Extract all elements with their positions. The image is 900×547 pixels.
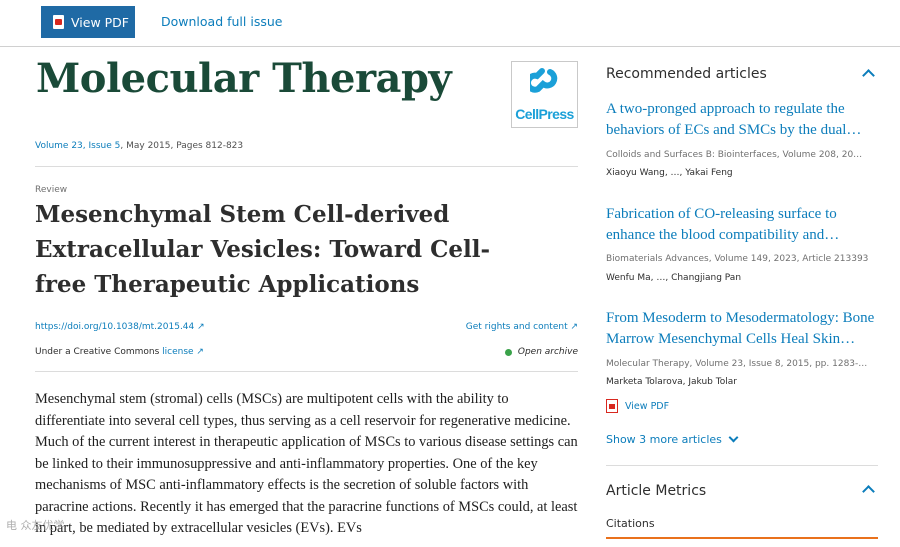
cellpress-wordmark: CellPress — [515, 106, 574, 122]
open-archive-badge: Open archive — [504, 347, 578, 357]
view-pdf-label: View PDF — [625, 400, 670, 412]
watermark: 电 众友优学 — [6, 519, 65, 532]
article-title: Mesenchymal Stem Cell-derived Extracellu… — [35, 201, 491, 298]
collapse-recommended-icon[interactable] — [862, 69, 875, 82]
cellpress-mark-icon — [530, 68, 558, 93]
recommended-source: Colloids and Surfaces B: Biointerfaces, … — [606, 150, 863, 160]
recommended-view-pdf-link[interactable]: View PDF — [606, 399, 669, 413]
license-line: Under a Creative Commons license ↗ — [35, 347, 204, 357]
divider — [606, 465, 878, 466]
chevron-down-icon — [728, 432, 739, 443]
citations-label: Citations — [606, 517, 655, 530]
metrics-heading: Article Metrics — [606, 483, 707, 499]
open-archive-label: Open archive — [517, 347, 578, 357]
view-pdf-label: View PDF — [71, 14, 129, 30]
recommended-authors: Marketa Tolarova, Jakub Tolar — [606, 377, 737, 387]
license-prefix: Under a Creative Commons — [35, 347, 163, 357]
issue-date-pages: , May 2015, Pages 812-823 — [120, 141, 244, 151]
recommended-authors: Xiaoyu Wang, …, Yakai Feng — [606, 168, 733, 178]
recommended-title[interactable]: A two-pronged approach to regulate the b… — [606, 99, 878, 141]
top-toolbar: View PDF Download full issue — [0, 0, 900, 47]
pdf-icon — [53, 15, 64, 29]
volume-issue-link[interactable]: Volume 23, Issue 5 — [35, 141, 120, 151]
doi-link[interactable]: https://doi.org/10.1038/mt.2015.44 ↗ — [35, 322, 205, 332]
divider — [35, 371, 578, 372]
pdf-icon — [606, 399, 618, 413]
recommended-title[interactable]: Fabrication of CO-releasing surface to e… — [606, 204, 878, 246]
recommended-source: Molecular Therapy, Volume 23, Issue 8, 2… — [606, 359, 868, 369]
collapse-metrics-icon[interactable] — [862, 485, 875, 498]
abstract-text: Mesenchymal stem (stromal) cells (MSCs) … — [35, 391, 578, 536]
open-access-dot-icon — [504, 348, 512, 356]
divider — [35, 166, 578, 167]
citations-bar — [606, 537, 878, 539]
show-more-label: Show 3 more articles — [606, 433, 722, 446]
license-link[interactable]: license ↗ — [162, 347, 204, 357]
article-type: Review — [35, 185, 68, 195]
recommended-title[interactable]: From Mesoderm to Mesodermatology: Bone M… — [606, 308, 878, 350]
journal-title[interactable]: Molecular Therapy — [36, 55, 452, 102]
issue-info: Volume 23, Issue 5, May 2015, Pages 812-… — [35, 141, 243, 151]
cellpress-logo[interactable]: CellPress — [511, 61, 578, 128]
recommended-authors: Wenfu Ma, …, Changjiang Pan — [606, 273, 742, 283]
download-full-issue-link[interactable]: Download full issue — [161, 14, 282, 29]
view-pdf-button[interactable]: View PDF — [41, 6, 135, 38]
show-more-articles-button[interactable]: Show 3 more articles — [606, 432, 739, 446]
recommended-heading: Recommended articles — [606, 66, 767, 82]
rights-link[interactable]: Get rights and content ↗ — [466, 322, 578, 332]
recommended-source: Biomaterials Advances, Volume 149, 2023,… — [606, 254, 869, 264]
